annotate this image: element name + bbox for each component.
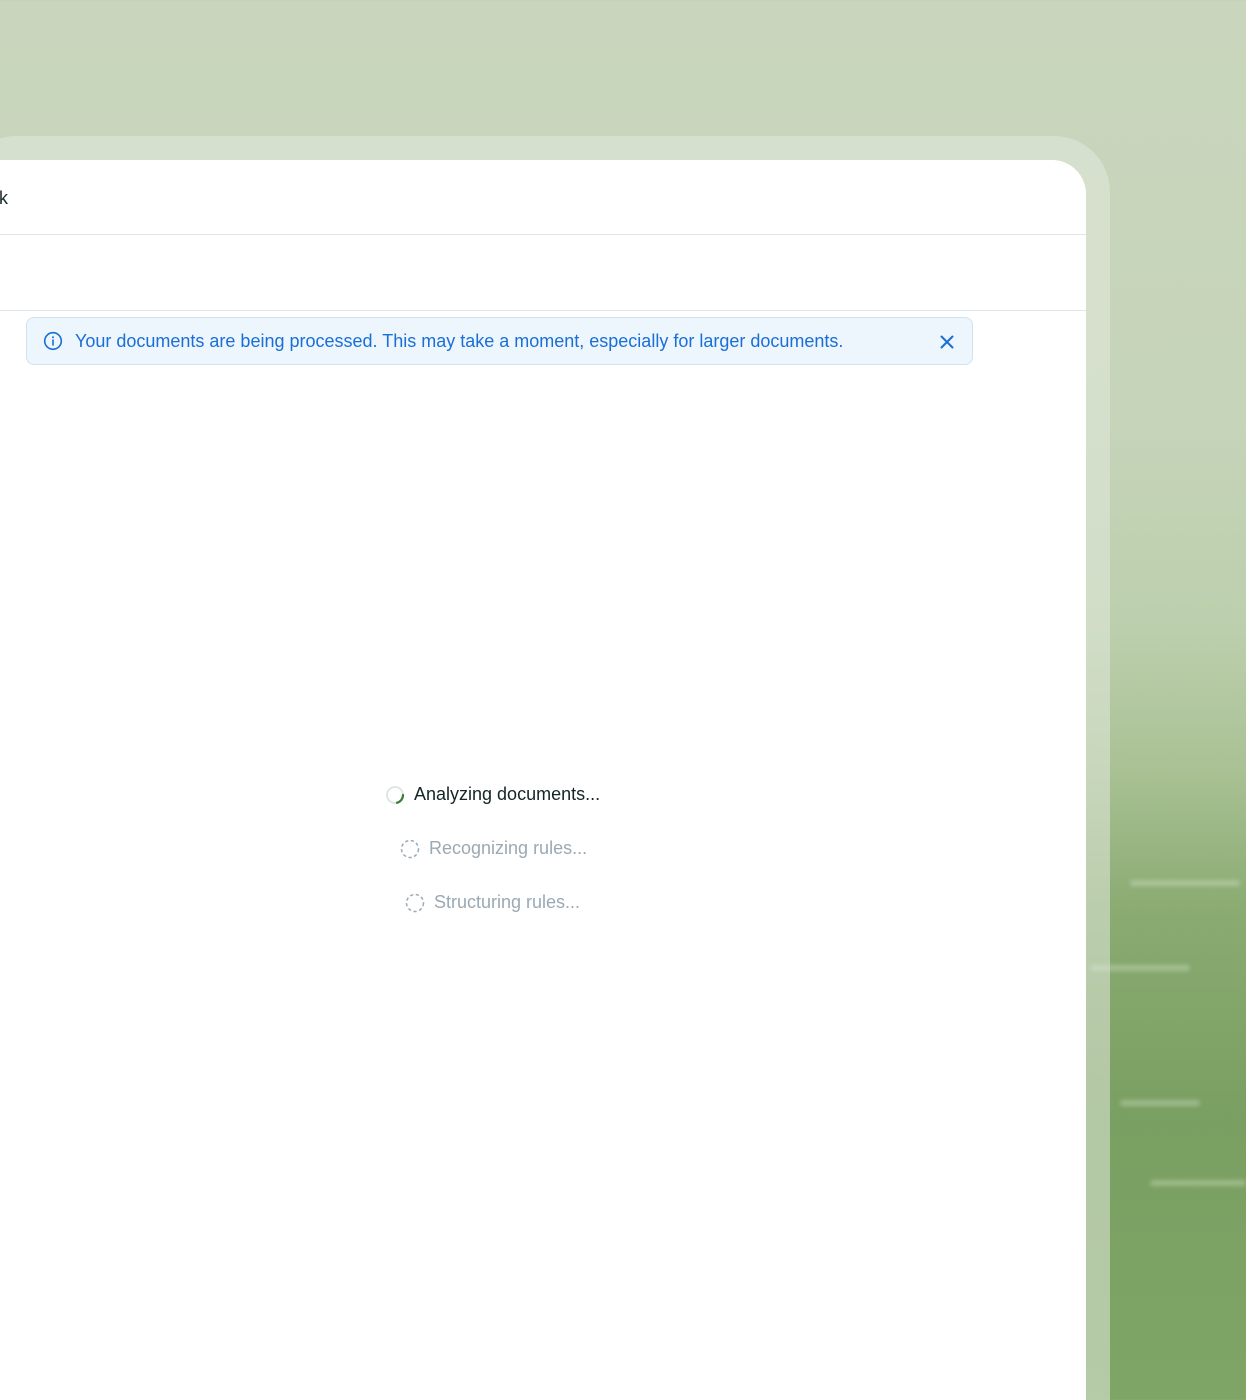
toolbar: [0, 235, 1086, 311]
step-label: Analyzing documents...: [414, 784, 601, 804]
step-analyzing: Analyzing documents...: [385, 784, 600, 805]
banner-message: Your documents are being processed. This…: [75, 331, 844, 351]
spinner-icon: [386, 785, 405, 804]
background-streak: [1120, 1100, 1200, 1106]
info-circle-icon: [43, 331, 63, 351]
banner-close-button[interactable]: [935, 330, 959, 354]
title-bar: ybook: [0, 160, 1086, 235]
window-title: ybook: [0, 188, 9, 208]
step-recognizing: Recognizing rules...: [400, 838, 587, 859]
background-streak: [1130, 880, 1240, 886]
processing-banner: Your documents are being processed. This…: [26, 317, 973, 365]
background-streak: [1150, 1180, 1246, 1186]
dashed-circle-icon: [405, 893, 425, 912]
step-label: Structuring rules...: [434, 892, 581, 912]
step-label: Recognizing rules...: [429, 838, 588, 858]
step-structuring: Structuring rules...: [405, 892, 580, 913]
close-icon: [940, 335, 954, 349]
dashed-circle-icon: [400, 839, 420, 858]
app-window: ybook Your documents are being processed…: [0, 160, 1086, 1400]
